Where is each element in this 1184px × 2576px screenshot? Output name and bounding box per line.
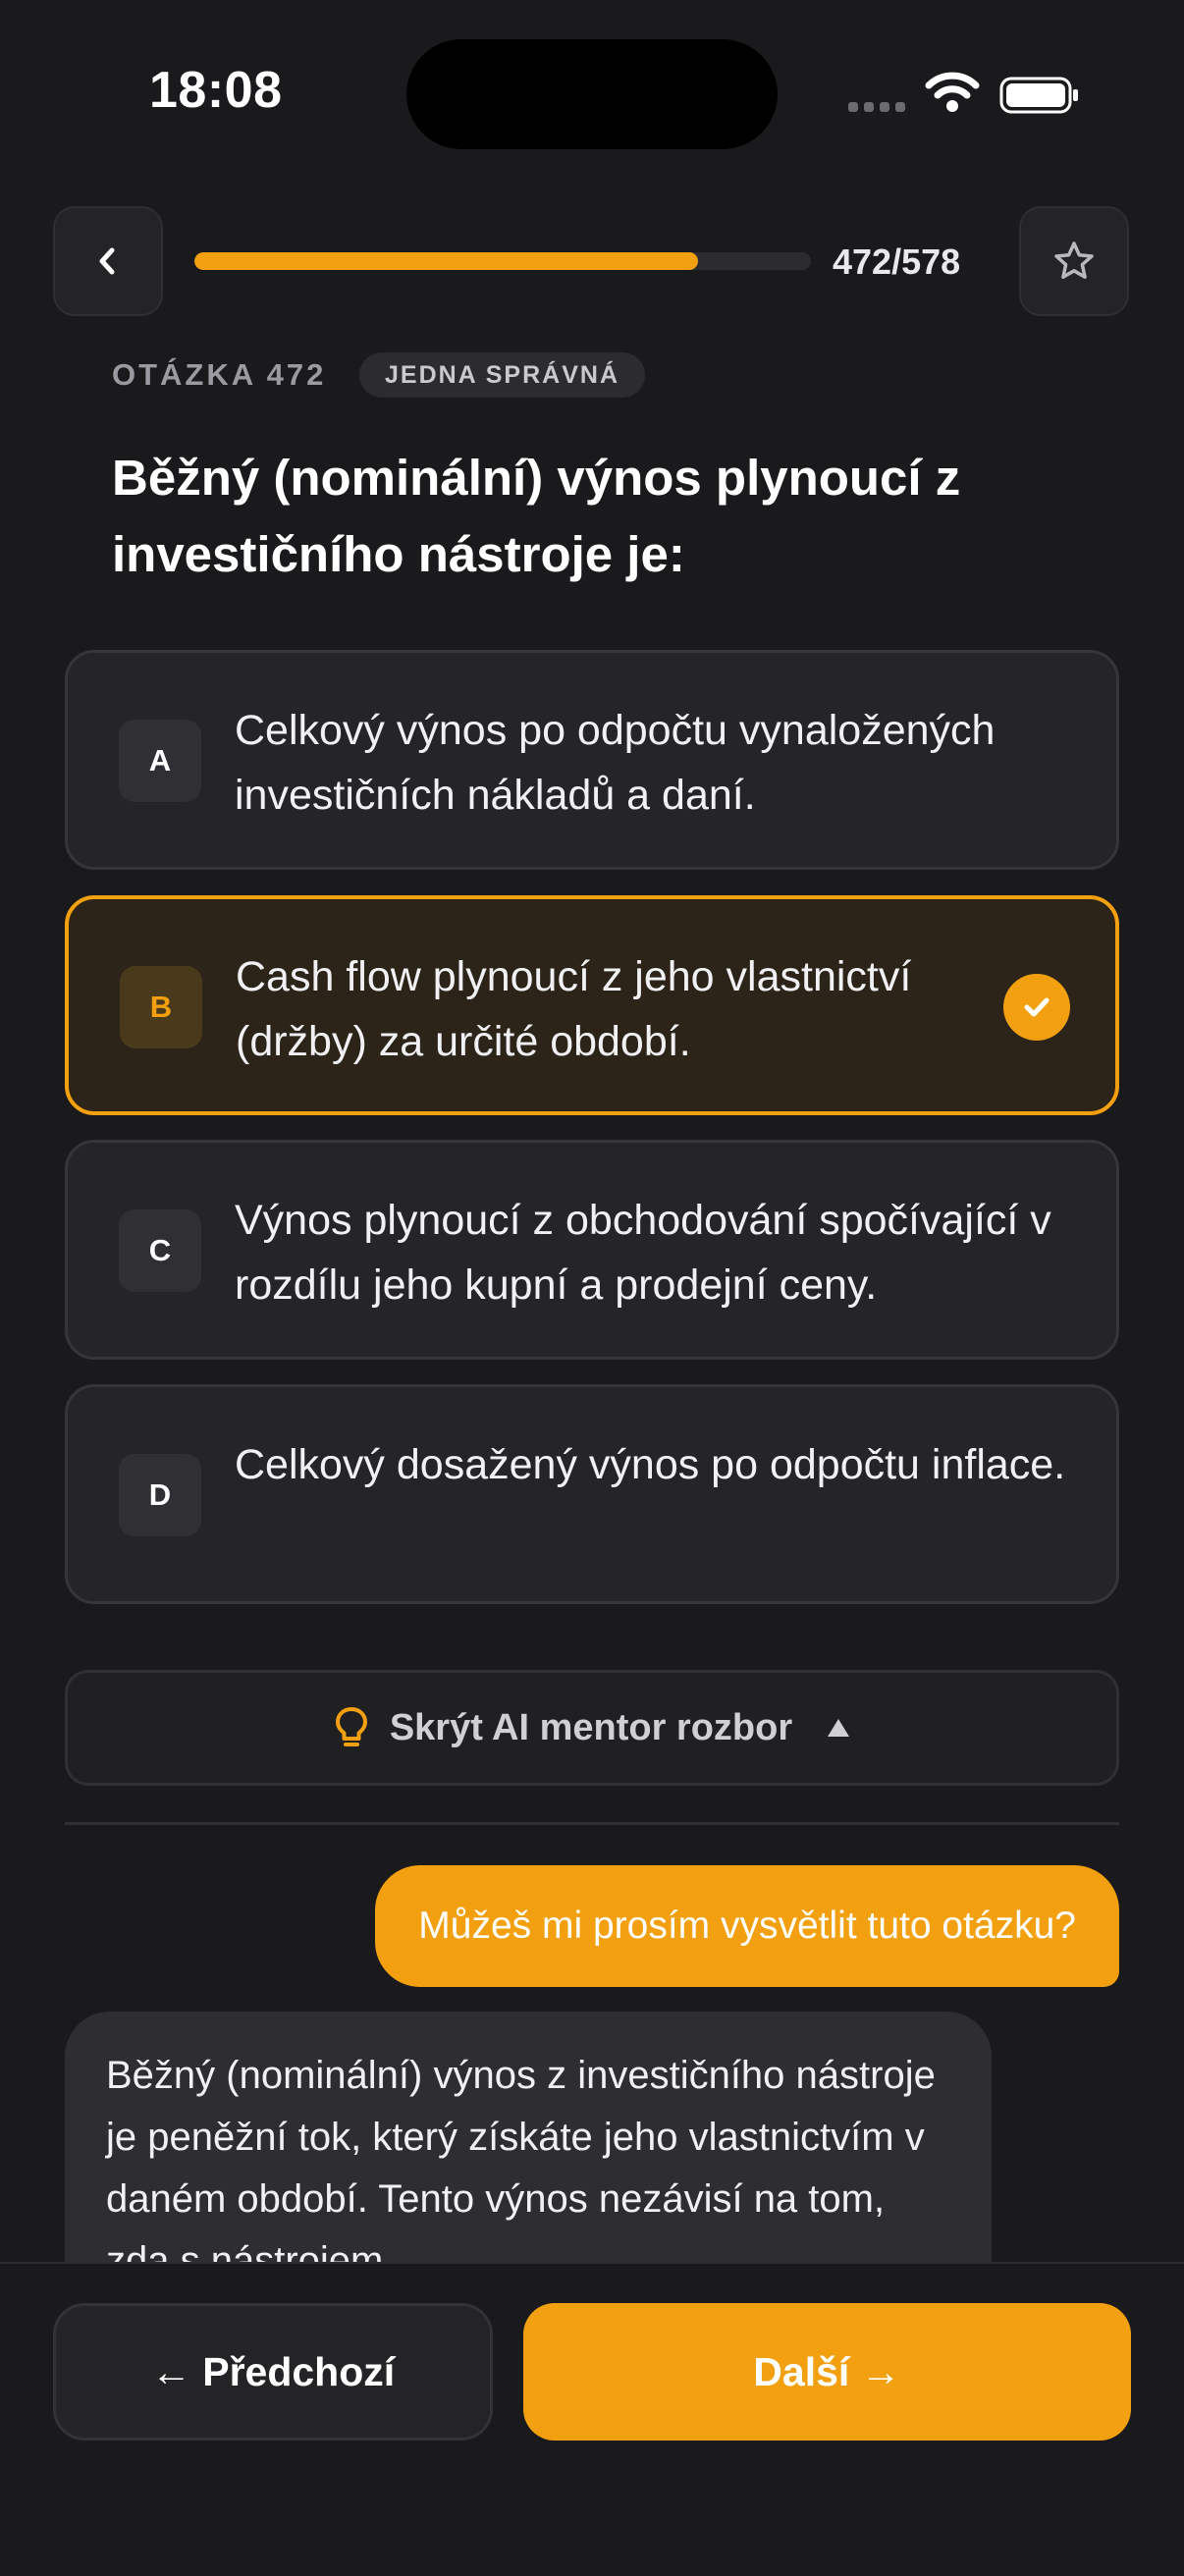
progress-bar	[194, 252, 811, 270]
option-letter: D	[119, 1454, 201, 1536]
dynamic-island	[406, 39, 778, 149]
caret-up-icon	[828, 1719, 850, 1737]
status-time: 18:08	[149, 62, 283, 119]
next-button[interactable]: Další →	[523, 2303, 1131, 2441]
back-button[interactable]	[53, 206, 163, 316]
option-letter: A	[119, 720, 201, 802]
question-number: OTÁZKA 472	[112, 357, 327, 392]
option-text: Cash flow plynoucí z jeho vlastnictví (d…	[236, 953, 912, 1065]
answer-option-d[interactable]: D Celkový dosažený výnos po odpočtu infl…	[65, 1384, 1119, 1604]
answer-option-b[interactable]: B Cash flow plynoucí z jeho vlastnictví …	[65, 895, 1119, 1115]
option-text: Celkový výnos po odpočtu vynaložených in…	[235, 707, 996, 819]
divider	[65, 1822, 1119, 1825]
checkmark-icon	[1003, 974, 1070, 1041]
ai-mentor-toggle-label: Skrýt AI mentor rozbor	[389, 1706, 793, 1748]
chevron-left-icon	[99, 247, 115, 275]
progress-count: 472/578	[833, 242, 961, 282]
progress-bar-fill	[194, 252, 699, 270]
lightbulb-icon	[335, 1707, 367, 1746]
cellular-signal-icon	[848, 102, 905, 112]
answer-option-a[interactable]: A Celkový výnos po odpočtu vynaložených …	[65, 650, 1119, 870]
option-text: Celkový dosažený výnos po odpočtu inflac…	[235, 1441, 1066, 1488]
user-message-bubble: Můžeš mi prosím vysvětlit tuto otázku?	[375, 1865, 1119, 1987]
option-text: Výnos plynoucí z obchodování spočívající…	[235, 1197, 1051, 1309]
question-type-badge: JEDNA SPRÁVNÁ	[359, 352, 646, 398]
option-letter: B	[120, 966, 202, 1048]
star-icon	[1054, 242, 1094, 279]
option-letter: C	[119, 1209, 201, 1292]
ai-mentor-toggle-button[interactable]: Skrýt AI mentor rozbor	[65, 1670, 1119, 1786]
favorite-button[interactable]	[1019, 206, 1129, 316]
previous-button[interactable]: ← Předchozí	[53, 2303, 493, 2441]
bottom-navigation-bar: ← Předchozí Další →	[0, 2262, 1184, 2576]
battery-icon	[999, 77, 1078, 114]
question-text: Běžný (nominální) výnos plynoucí z inves…	[112, 450, 961, 582]
answer-option-c[interactable]: C Výnos plynoucí z obchodování spočívají…	[65, 1140, 1119, 1360]
wifi-icon	[925, 72, 980, 112]
